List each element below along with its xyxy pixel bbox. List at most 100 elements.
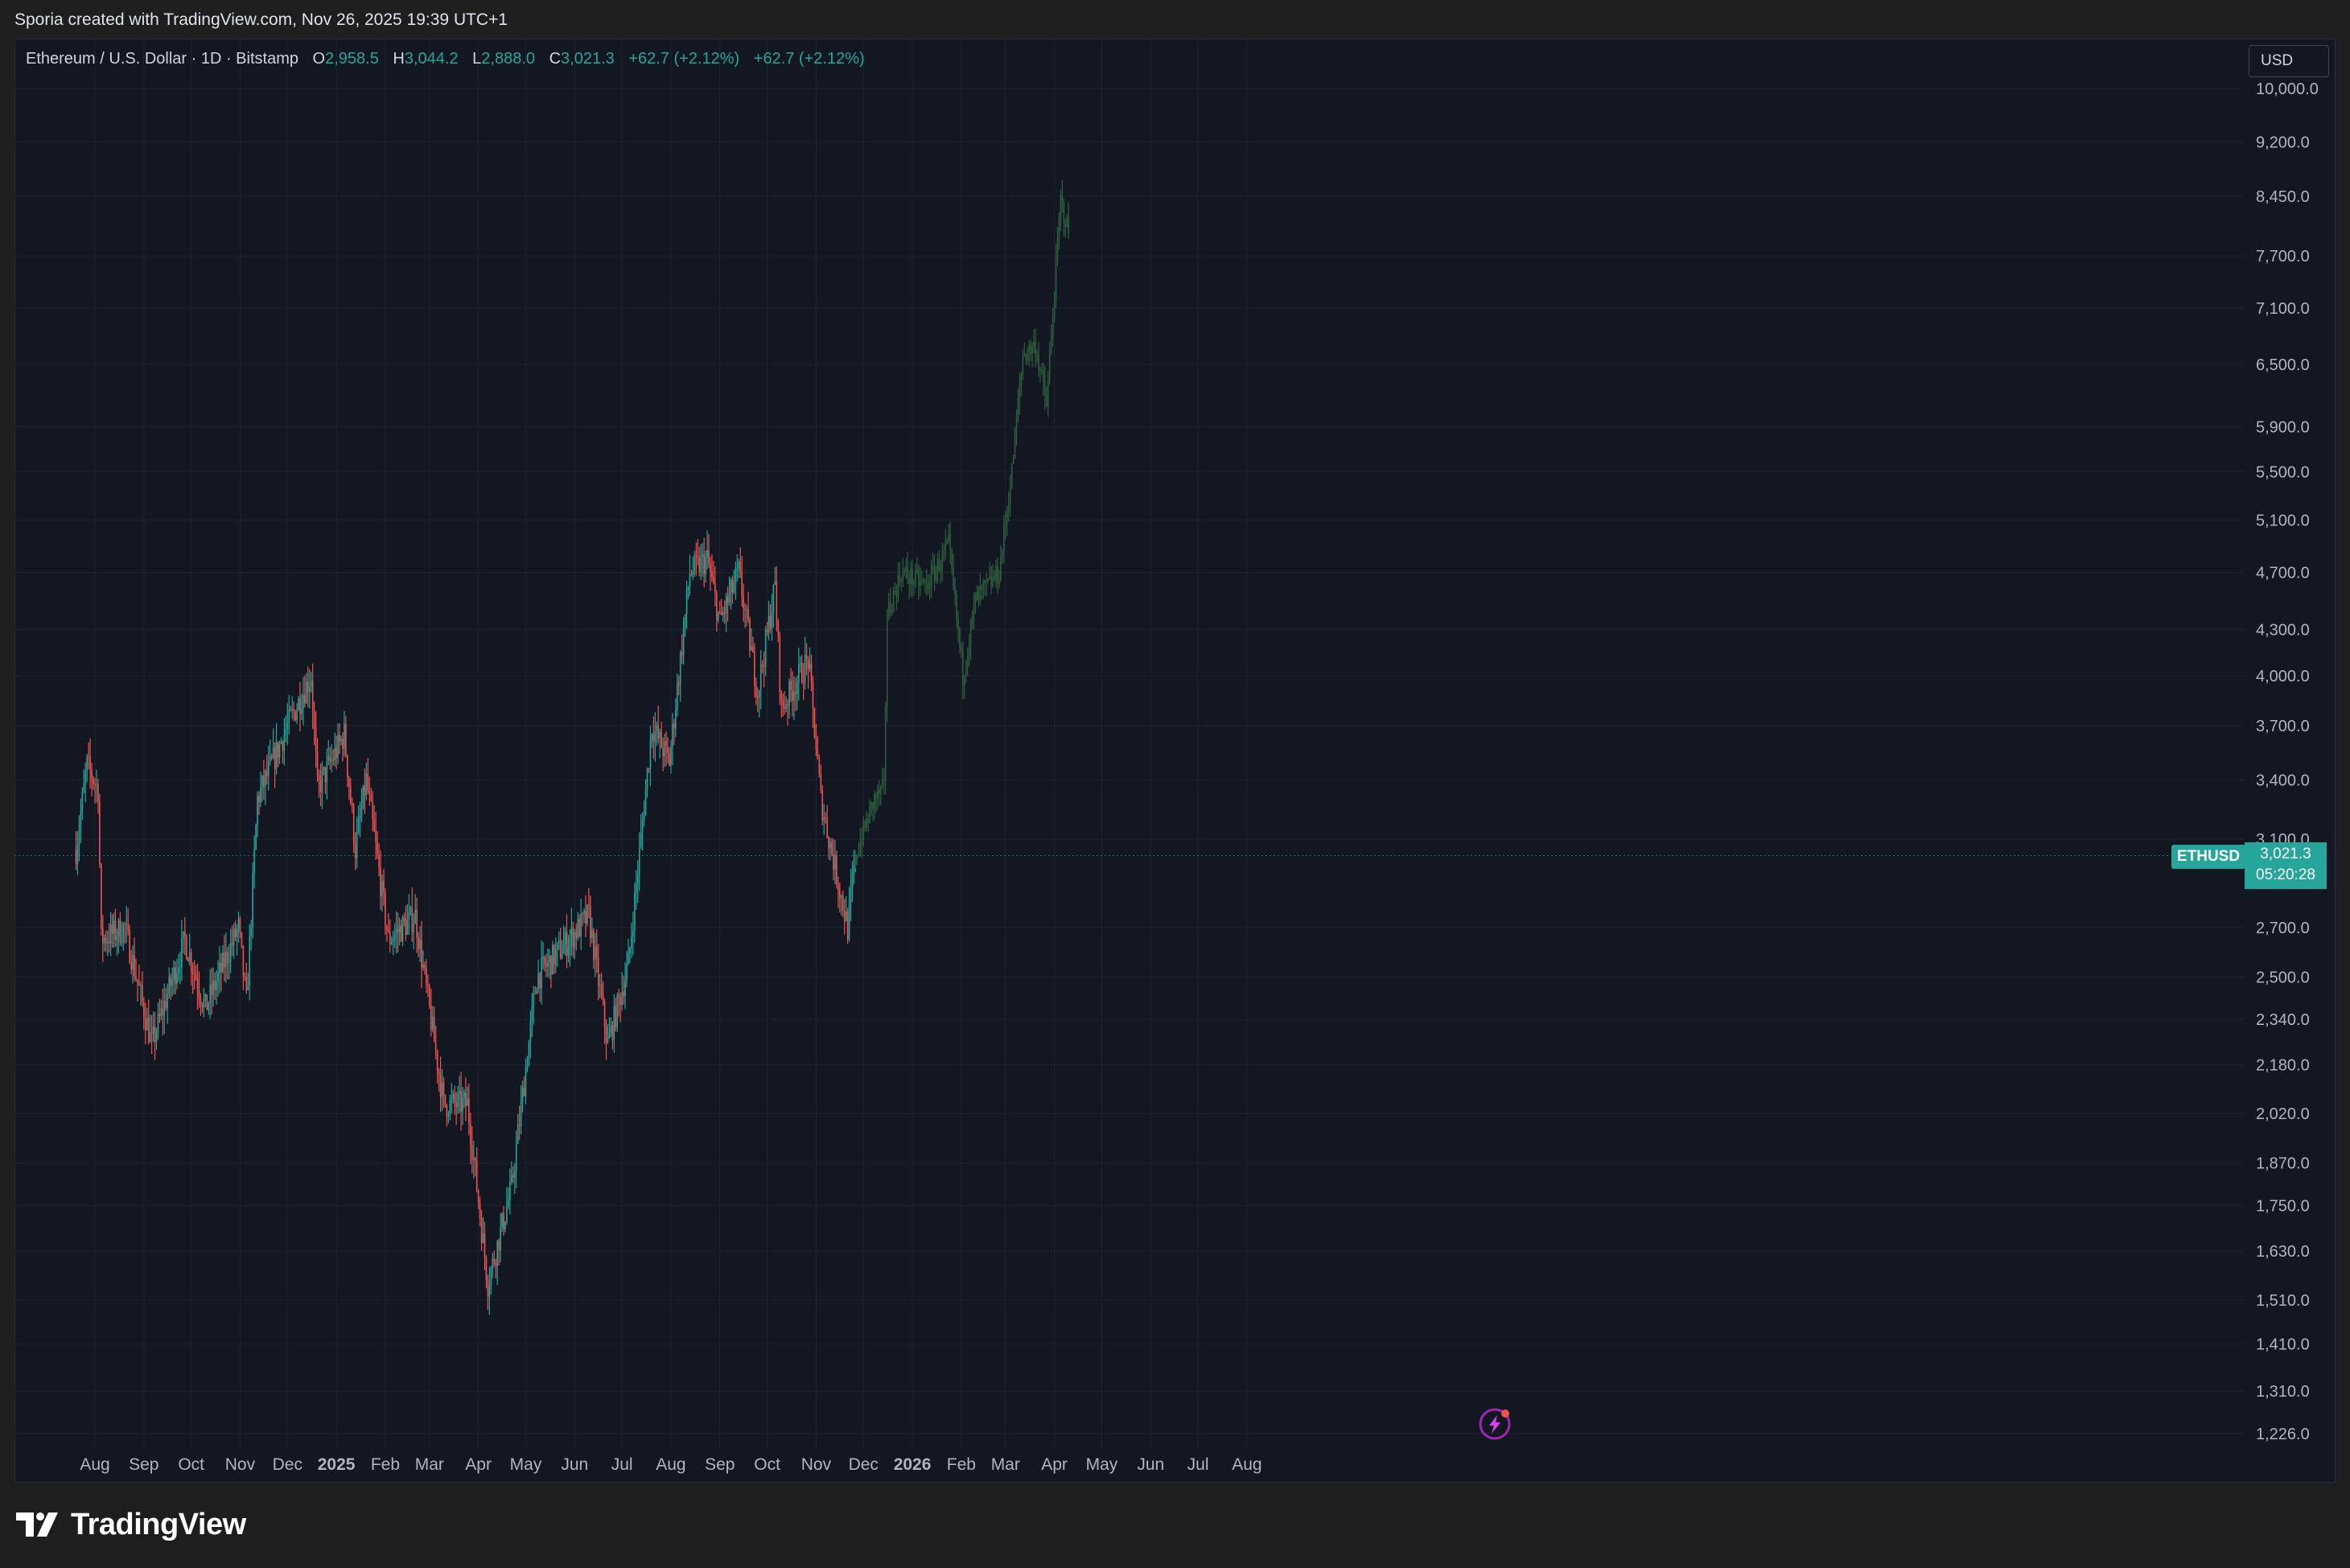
candle: [462, 1086, 463, 1126]
last-price-label: 3,021.3 05:20:28: [2245, 842, 2327, 889]
candle-body: [792, 689, 793, 702]
candle: [485, 1255, 488, 1289]
projection-candle: [877, 784, 879, 811]
projection-candle: [951, 547, 953, 575]
projection-candle: [989, 562, 990, 580]
candle: [677, 675, 680, 696]
projection-candle-body: [989, 575, 990, 578]
candle: [564, 927, 566, 957]
candle-body: [340, 739, 342, 742]
candlestick-chart[interactable]: 10,000.0 9,200.0 8,450.0 7,700.0 7,100.0 6,50…: [0, 0, 2350, 1568]
candle: [471, 1126, 473, 1174]
candle-body: [825, 817, 826, 819]
lightning-event-icon[interactable]: [1479, 1408, 1511, 1440]
projection-candle: [1044, 365, 1046, 410]
candle-body: [231, 943, 233, 945]
candle-body: [342, 739, 344, 749]
candle: [370, 788, 372, 802]
candle-body: [245, 976, 248, 991]
candle-body: [229, 943, 232, 963]
projection-candle-body: [891, 611, 893, 613]
candle-body: [703, 554, 705, 574]
candle-body: [380, 867, 381, 897]
candle-body: [523, 1088, 525, 1097]
candle: [277, 741, 279, 768]
candle-body: [508, 1200, 509, 1207]
candle: [566, 914, 568, 969]
candle-body: [373, 818, 375, 832]
projection-candle-body: [1035, 341, 1036, 356]
candle: [313, 701, 315, 746]
candle: [537, 959, 539, 994]
candle: [603, 998, 606, 1044]
candle-body: [132, 955, 134, 970]
candle-body: [736, 568, 739, 570]
candle-body: [788, 681, 790, 706]
projection-candle-body: [986, 579, 988, 582]
projection-candle-body: [880, 786, 882, 795]
projection-candle: [1050, 324, 1052, 356]
candle-body: [307, 681, 309, 693]
projection-candle: [1036, 349, 1038, 363]
candle: [776, 566, 778, 632]
projection-candle: [977, 586, 980, 607]
candle: [667, 737, 669, 764]
candle: [242, 945, 245, 990]
candle: [711, 554, 713, 582]
candle: [236, 924, 238, 956]
candle: [798, 647, 800, 701]
projection-candle-body: [1068, 216, 1070, 235]
candle: [774, 566, 776, 585]
candle-body: [471, 1145, 473, 1160]
projection-candle: [1058, 212, 1060, 250]
candle-body: [677, 683, 680, 685]
candle-body: [529, 1022, 532, 1043]
candle: [408, 894, 410, 936]
candle-body: [619, 997, 621, 1006]
candle: [431, 1006, 434, 1033]
projection-candle-body: [897, 574, 899, 597]
time-tick-label: Oct: [178, 1455, 204, 1474]
candle-body: [296, 710, 298, 721]
projection-candle-body: [928, 587, 931, 590]
symbol-description[interactable]: Ethereum / U.S. Dollar · 1D · Bitstamp: [26, 50, 298, 68]
candle-body: [763, 666, 765, 668]
tradingview-logo[interactable]: TradingView: [16, 1506, 246, 1543]
candle: [342, 732, 344, 762]
candle-body: [569, 937, 571, 948]
candle: [850, 869, 852, 922]
candle: [204, 993, 207, 1008]
candle-body: [488, 1286, 491, 1297]
candle-body: [673, 723, 675, 729]
candle-body: [360, 807, 363, 817]
candle: [725, 592, 727, 632]
candle: [250, 920, 252, 951]
projection-candle-body: [1007, 505, 1010, 512]
logo-text: TradingView: [71, 1507, 246, 1541]
candle-body: [236, 928, 238, 938]
candle-body: [603, 1001, 606, 1027]
candle-body: [224, 953, 225, 967]
candle: [332, 749, 334, 766]
candle-body: [726, 596, 729, 603]
currency-button[interactable]: USD: [2249, 45, 2329, 77]
candle: [316, 738, 319, 782]
candle-body: [316, 751, 319, 776]
time-axis[interactable]: Aug Sep Oct Nov Dec 2025 Feb Mar Apr May Jun Jul Aug…: [80, 1455, 1261, 1474]
candle: [706, 530, 708, 570]
candle: [129, 924, 130, 965]
candle-body: [416, 910, 418, 938]
projection-candle: [869, 799, 870, 824]
candle: [785, 696, 787, 713]
candle: [359, 801, 361, 838]
candle: [397, 912, 399, 953]
candle-body: [244, 976, 246, 977]
candle-body: [479, 1203, 481, 1219]
projection-candle-body: [981, 586, 983, 591]
candles[interactable]: [75, 530, 857, 1315]
projection-candle: [930, 560, 932, 598]
projection-candle-body: [856, 855, 858, 861]
candle-body: [155, 1032, 158, 1042]
price-axis[interactable]: 10,000.0 9,200.0 8,450.0 7,700.0 7,100.0 6,50…: [2256, 80, 2319, 1443]
candle: [834, 840, 836, 885]
